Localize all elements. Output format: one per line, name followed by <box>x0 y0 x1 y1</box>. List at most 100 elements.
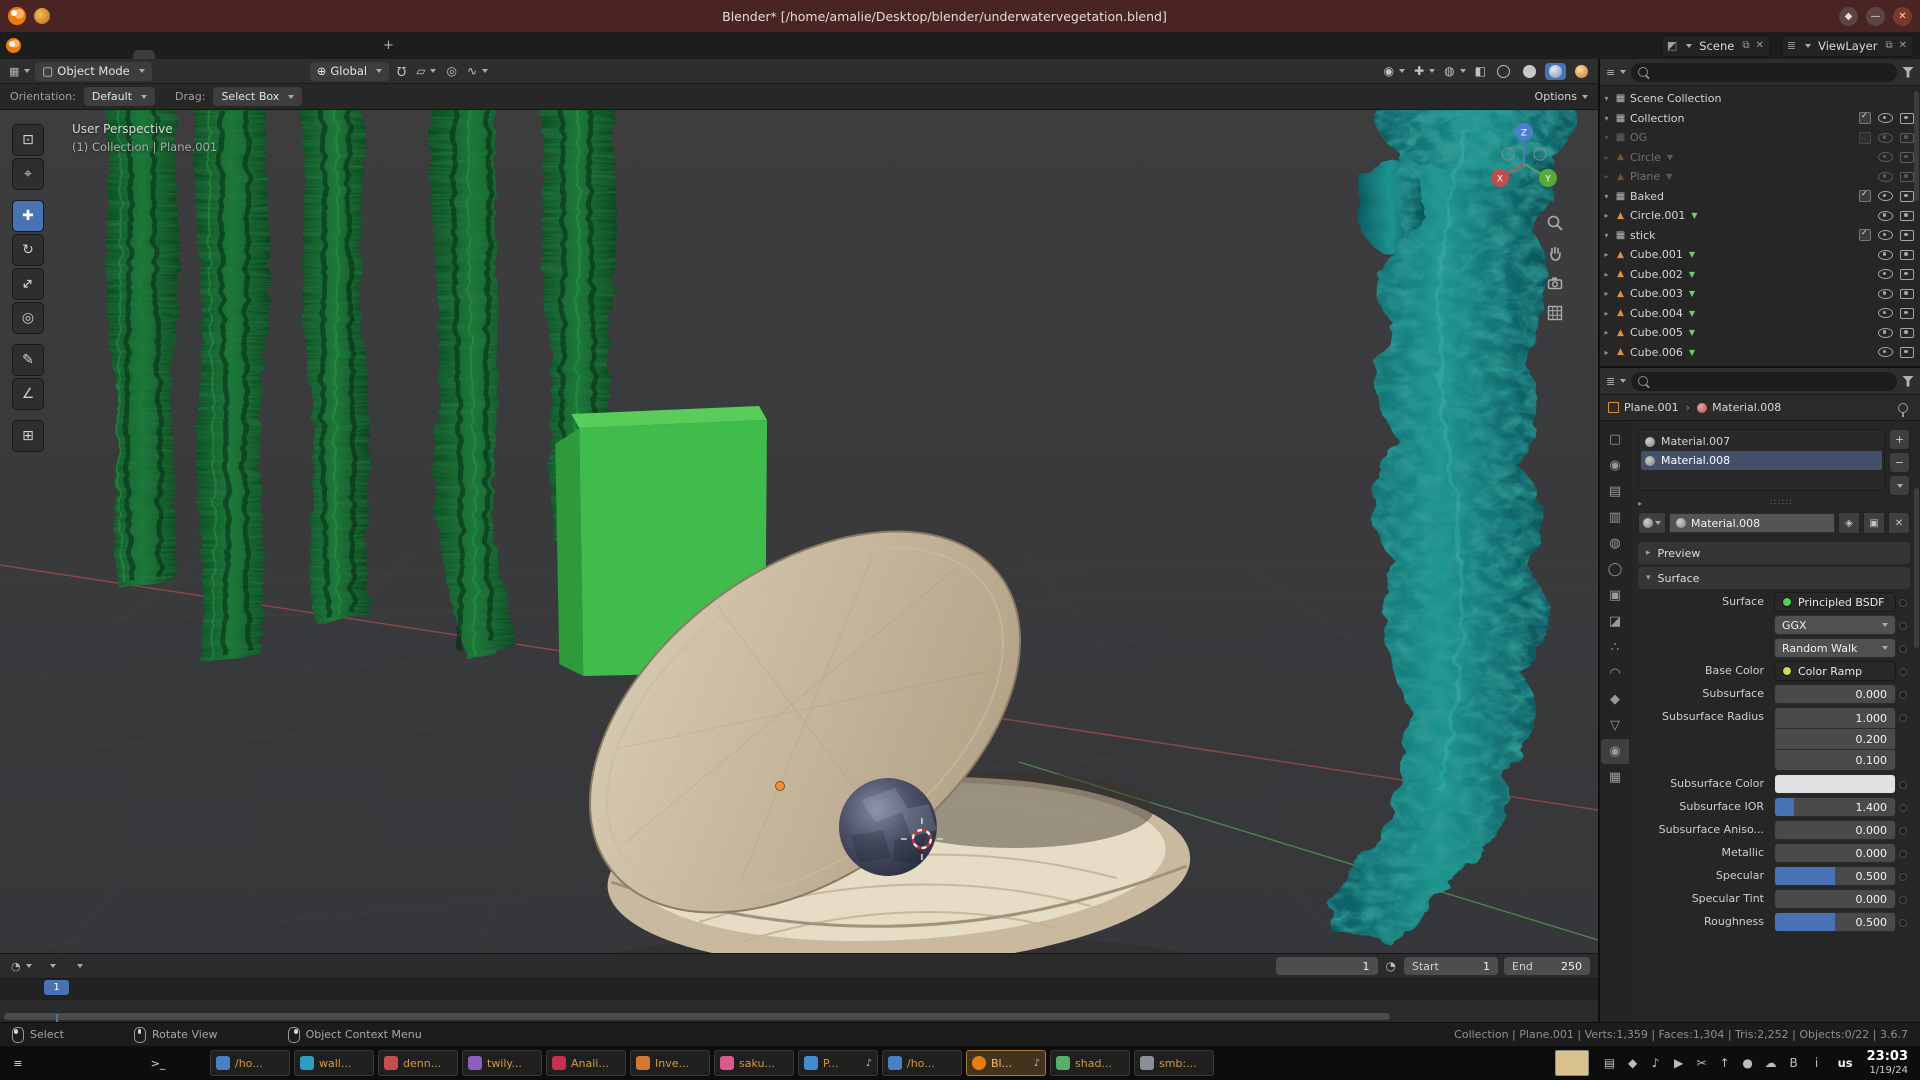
taskbar-app-button[interactable]: P... ♪ <box>798 1050 878 1076</box>
expand-arrow-icon[interactable]: ▸ <box>1600 211 1613 220</box>
animate-property-dot[interactable] <box>1896 912 1910 927</box>
animate-property-dot[interactable] <box>1896 707 1910 722</box>
outliner-row[interactable]: ▾ ▦ Collection ▼ <box>1600 109 1920 129</box>
outliner-row[interactable]: ▾ ▦ Scene Collection ▼ <box>1600 89 1920 109</box>
outliner-row[interactable]: ▸ ▲ Cube.002 ▼ <box>1600 265 1920 285</box>
animate-property-dot[interactable] <box>1896 889 1910 904</box>
tray-icon[interactable]: i <box>1810 1056 1824 1070</box>
clock[interactable]: 23:03 1/19/24 <box>1867 1050 1908 1076</box>
launcher-icon[interactable]: ≡ <box>6 1051 30 1075</box>
tray-icon[interactable]: ✂ <box>1695 1056 1709 1070</box>
properties-tab[interactable]: ▣ <box>1601 583 1629 608</box>
workspace-tab[interactable] <box>287 50 309 59</box>
taskbar-app-button[interactable]: saku... ♪ <box>714 1050 794 1076</box>
hide-viewport-toggle[interactable] <box>1878 191 1893 201</box>
keyboard-layout-indicator[interactable]: us <box>1838 1056 1853 1070</box>
tool-button[interactable]: ✚ <box>12 200 44 232</box>
expand-icon[interactable]: ▸ <box>1638 499 1654 508</box>
properties-search-input[interactable] <box>1653 374 1890 389</box>
taskbar-app-button[interactable]: denn... ♪ <box>378 1050 458 1076</box>
properties-tab[interactable]: ◯ <box>1601 557 1629 582</box>
fake-user-button[interactable]: ◈ <box>1838 512 1860 534</box>
taskbar-app-button[interactable]: Inve... ♪ <box>630 1050 710 1076</box>
breadcrumb-material[interactable]: Material.008 <box>1712 401 1781 414</box>
taskbar-app-button[interactable]: twily... ♪ <box>462 1050 542 1076</box>
filter-icon[interactable] <box>1902 67 1914 78</box>
remove-slot-button[interactable]: − <box>1889 452 1910 473</box>
outliner-editor-type-button[interactable]: ≡ <box>1606 66 1626 79</box>
add-slot-button[interactable]: + <box>1889 429 1910 450</box>
animate-property-dot[interactable] <box>1896 866 1910 881</box>
options-dropdown[interactable]: Options <box>1535 90 1588 103</box>
material-slot[interactable]: Material.007 <box>1641 432 1882 451</box>
gizmos-dropdown[interactable]: ✚ <box>1412 64 1437 78</box>
tool-button[interactable]: ∠ <box>12 378 44 410</box>
hide-viewport-toggle[interactable] <box>1878 230 1893 240</box>
workspace-tab[interactable] <box>331 50 353 59</box>
taskbar-app-button[interactable]: Bl... ♪ <box>966 1050 1046 1076</box>
outliner-row[interactable]: ▸ ▲ Cube.005 ▼ <box>1600 323 1920 343</box>
disable-render-toggle[interactable] <box>1900 250 1914 261</box>
expand-arrow-icon[interactable]: ▾ <box>1600 94 1613 103</box>
outliner-row[interactable]: ▾ ▦ Baked ▼ <box>1600 187 1920 207</box>
window-keep-above-button[interactable]: ◆ <box>1839 7 1858 26</box>
remove-viewlayer-button[interactable]: ✕ <box>1898 40 1908 51</box>
transport-button[interactable] <box>784 964 792 968</box>
outliner-search[interactable] <box>1631 63 1897 82</box>
disable-render-toggle[interactable] <box>1900 289 1914 300</box>
color-swatch[interactable] <box>1774 774 1896 794</box>
unlink-material-button[interactable]: ✕ <box>1888 512 1910 534</box>
disable-render-toggle[interactable] <box>1900 133 1914 144</box>
outliner-row[interactable]: ▾ ▦ OG ▼ <box>1600 128 1920 148</box>
properties-filter-icon[interactable] <box>1902 376 1914 387</box>
snap-settings-dropdown[interactable]: ▱ <box>414 64 438 78</box>
hide-viewport-toggle[interactable] <box>1878 250 1893 260</box>
workspace-tab[interactable] <box>133 50 155 59</box>
animate-property-dot[interactable] <box>1896 592 1910 607</box>
node-link-button[interactable]: Color Ramp <box>1774 661 1896 681</box>
animate-property-dot[interactable] <box>1896 661 1910 676</box>
new-scene-button[interactable]: ⧉ <box>1741 40 1750 51</box>
workspace-tab[interactable] <box>199 50 221 59</box>
outliner-row[interactable]: ▾ ▦ stick ▼ <box>1600 226 1920 246</box>
slider-field[interactable]: 1.400 <box>1774 797 1896 817</box>
expand-arrow-icon[interactable]: ▸ <box>1600 153 1613 162</box>
number-field[interactable]: 0.000 <box>1774 843 1896 863</box>
tray-icon[interactable]: ↑ <box>1718 1056 1732 1070</box>
properties-tab[interactable]: ▦ <box>1601 765 1629 790</box>
zoom-icon[interactable] <box>1546 214 1564 232</box>
node-link-button[interactable]: Principled BSDF <box>1774 592 1896 612</box>
expand-arrow-icon[interactable]: ▸ <box>1600 348 1613 357</box>
animate-property-dot[interactable] <box>1896 638 1910 653</box>
expand-arrow-icon[interactable]: ▸ <box>1600 270 1613 279</box>
browse-material-button[interactable] <box>1638 512 1666 534</box>
shading-solid-button[interactable] <box>1519 63 1540 80</box>
outliner-row[interactable]: ▸ ▲ Circle ▼ <box>1600 148 1920 168</box>
launcher-icon[interactable] <box>90 1051 114 1075</box>
properties-scrollbar[interactable] <box>1914 488 1919 648</box>
proportional-edit-toggle[interactable]: ◎ <box>444 64 458 78</box>
launcher-icon[interactable] <box>118 1051 142 1075</box>
slider-field[interactable]: 0.500 <box>1774 912 1896 932</box>
hide-viewport-toggle[interactable] <box>1878 133 1893 143</box>
properties-tab[interactable]: ◍ <box>1601 531 1629 556</box>
timeline-track[interactable] <box>0 1000 1598 1022</box>
object-visibility-dropdown[interactable]: ◉ <box>1382 64 1407 78</box>
disable-render-toggle[interactable] <box>1900 230 1914 241</box>
number-field[interactable]: 0.000 <box>1774 684 1896 704</box>
hide-viewport-toggle[interactable] <box>1878 308 1893 318</box>
disable-render-toggle[interactable] <box>1900 211 1914 222</box>
properties-editor-type-button[interactable]: ≣ <box>1606 375 1626 388</box>
shading-wireframe-button[interactable] <box>1493 63 1514 80</box>
playhead-badge[interactable]: 1 <box>44 980 69 995</box>
properties-tab[interactable]: ◉ <box>1601 453 1629 478</box>
tray-icon[interactable]: ▶ <box>1672 1056 1686 1070</box>
hide-viewport-toggle[interactable] <box>1878 269 1893 279</box>
hide-viewport-toggle[interactable] <box>1878 113 1893 123</box>
tray-icon[interactable]: ☁ <box>1764 1056 1778 1070</box>
disable-render-toggle[interactable] <box>1900 347 1914 358</box>
material-name-field[interactable]: Material.008 <box>1669 513 1835 533</box>
frame-end-field[interactable]: End250 <box>1504 957 1590 975</box>
tool-button[interactable]: ↻ <box>12 234 44 266</box>
shading-material-button[interactable] <box>1545 63 1566 80</box>
